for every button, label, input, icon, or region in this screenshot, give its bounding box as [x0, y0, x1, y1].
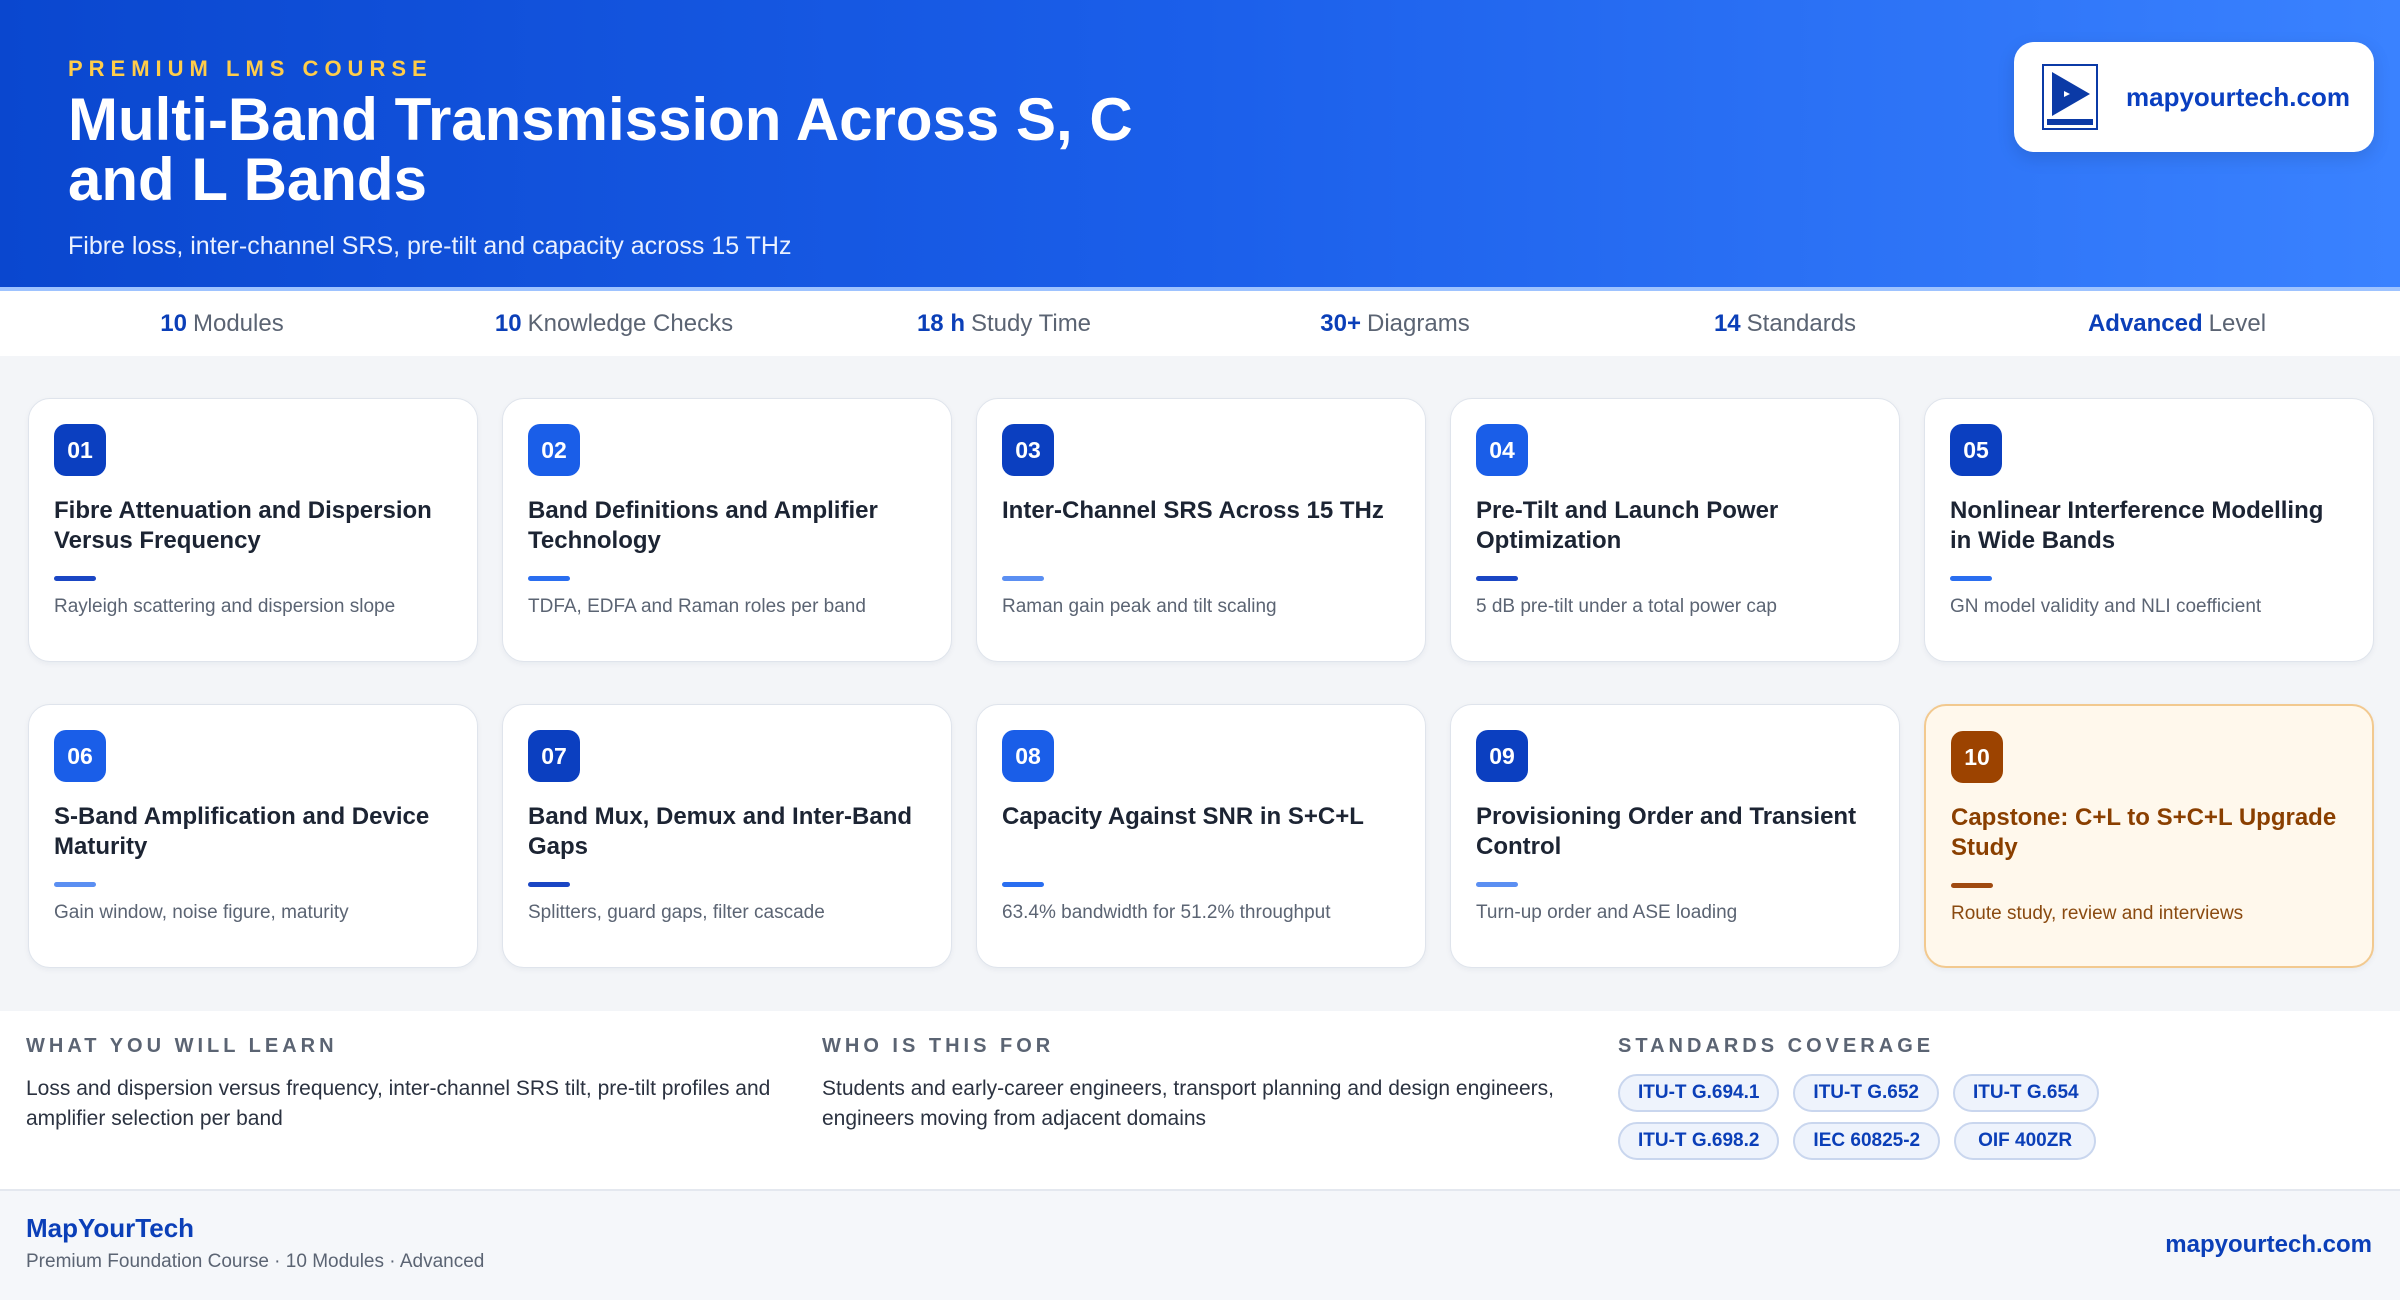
module-subtitle: 63.4% bandwidth for 51.2% throughput: [1002, 902, 1331, 923]
stat-diagrams: 30+ Diagrams: [1199, 291, 1591, 356]
learn-column: WHAT YOU WILL LEARN Loss and dispersion …: [26, 1035, 786, 1134]
module-card-02[interactable]: 02 Band Definitions and Amplifier Techno…: [502, 398, 952, 662]
module-accent-rule: [54, 882, 96, 887]
module-accent-rule: [1476, 576, 1518, 581]
standard-pill[interactable]: ITU-T G.698.2: [1618, 1122, 1780, 1160]
module-card-07[interactable]: 07 Band Mux, Demux and Inter-Band Gaps S…: [502, 704, 952, 968]
module-accent-rule: [1002, 576, 1044, 581]
course-eyebrow: PREMIUM LMS COURSE: [68, 56, 433, 81]
course-info-section: WHAT YOU WILL LEARN Loss and dispersion …: [0, 1011, 2400, 1189]
module-subtitle: Raman gain peak and tilt scaling: [1002, 596, 1277, 617]
module-card-09[interactable]: 09 Provisioning Order and Transient Cont…: [1450, 704, 1900, 968]
module-card-06[interactable]: 06 S-Band Amplification and Device Matur…: [28, 704, 478, 968]
stat-value: 10: [160, 309, 187, 337]
module-accent-rule: [1002, 882, 1044, 887]
module-subtitle: Route study, review and interviews: [1951, 903, 2244, 924]
learn-text: Loss and dispersion versus frequency, in…: [26, 1077, 771, 1130]
module-number-badge: 07: [528, 730, 580, 782]
standard-pill[interactable]: IEC 60825-2: [1793, 1122, 1941, 1160]
stat-value: 10: [494, 309, 522, 337]
stat-value: 14: [1713, 309, 1741, 337]
page-footer: MapYourTech Premium Foundation Course · …: [0, 1191, 2400, 1300]
stat-value: Advanced: [2087, 309, 2203, 337]
module-title: Nonlinear Interference Modelling in Wide…: [1950, 497, 2324, 554]
module-subtitle: Turn-up order and ASE loading: [1476, 902, 1738, 923]
stat-standards: 14 Standards: [1589, 291, 1981, 356]
module-subtitle: TDFA, EDFA and Raman roles per band: [528, 596, 866, 617]
module-accent-rule: [528, 882, 570, 887]
module-number-badge: 04: [1476, 424, 1528, 476]
module-number-badge: 05: [1950, 424, 2002, 476]
module-subtitle: 5 dB pre-tilt under a total power cap: [1476, 596, 1778, 617]
stat-label: Diagrams: [1367, 309, 1470, 337]
audience-column: WHO IS THIS FOR Students and early-caree…: [822, 1035, 1582, 1134]
module-number-badge: 02: [528, 424, 580, 476]
module-subtitle: GN model validity and NLI coefficient: [1950, 596, 2262, 617]
module-title: Fibre Attenuation and Dispersion Versus …: [54, 497, 432, 554]
module-number-badge: 03: [1002, 424, 1054, 476]
footer-url[interactable]: mapyourtech.com: [2165, 1231, 2372, 1259]
footer-brand[interactable]: MapYourTech: [26, 1213, 194, 1244]
stat-value: 18 h: [916, 309, 965, 337]
module-title: Inter-Channel SRS Across 15 THz: [1002, 497, 1384, 524]
module-card-08[interactable]: 08 Capacity Against SNR in S+C+L 63.4% b…: [976, 704, 1426, 968]
course-title: Multi-Band Transmission Across S, C and …: [68, 86, 1133, 213]
brand-card[interactable]: mapyourtech.com: [2014, 42, 2374, 152]
module-title: Band Mux, Demux and Inter-Band Gaps: [528, 803, 913, 860]
module-number-badge: 10: [1951, 731, 2003, 783]
module-subtitle: Gain window, noise figure, maturity: [54, 902, 349, 923]
module-card-05[interactable]: 05 Nonlinear Interference Modelling in W…: [1924, 398, 2374, 662]
standard-pill[interactable]: OIF 400ZR: [1954, 1122, 2097, 1160]
module-title: S-Band Amplification and Device Maturity: [54, 803, 430, 860]
course-header: PREMIUM LMS COURSE Multi-Band Transmissi…: [0, 0, 2400, 287]
module-card-01[interactable]: 01 Fibre Attenuation and Dispersion Vers…: [28, 398, 478, 662]
stat-value: 30+: [1320, 309, 1361, 337]
standards-heading: STANDARDS COVERAGE: [1618, 1035, 1935, 1057]
module-accent-rule: [528, 576, 570, 581]
module-number-badge: 06: [54, 730, 106, 782]
module-accent-rule: [1476, 882, 1518, 887]
module-card-10-capstone[interactable]: 10 Capstone: C+L to S+C+L Upgrade Study …: [1924, 704, 2374, 968]
standard-pill[interactable]: ITU-T G.654: [1953, 1074, 2099, 1112]
footer-meta: Premium Foundation Course · 10 Modules ·…: [26, 1251, 485, 1272]
stats-bar: 10 Modules 10 Knowledge Checks 18 h Stud…: [0, 291, 2400, 356]
module-number-badge: 09: [1476, 730, 1528, 782]
stat-label: Modules: [192, 309, 284, 337]
brand-url[interactable]: mapyourtech.com: [2126, 82, 2350, 113]
standard-pill[interactable]: ITU-T G.652: [1793, 1074, 1939, 1112]
module-title: Band Definitions and Amplifier Technolog…: [528, 497, 878, 554]
stat-label: Knowledge Checks: [527, 309, 734, 337]
module-number-badge: 08: [1002, 730, 1054, 782]
module-accent-rule: [1951, 883, 1993, 888]
module-card-04[interactable]: 04 Pre-Tilt and Launch Power Optimizatio…: [1450, 398, 1900, 662]
module-accent-rule: [54, 576, 96, 581]
stat-label: Standards: [1746, 309, 1857, 337]
module-accent-rule: [1950, 576, 1992, 581]
module-title: Provisioning Order and Transient Control: [1476, 803, 1857, 860]
module-title: Pre-Tilt and Launch Power Optimization: [1476, 497, 1779, 554]
learn-heading: WHAT YOU WILL LEARN: [26, 1035, 338, 1057]
stat-label: Level: [2208, 309, 2267, 337]
stat-study-time: 18 h Study Time: [808, 291, 1200, 356]
stat-knowledge-checks: 10 Knowledge Checks: [418, 291, 810, 356]
module-title: Capstone: C+L to S+C+L Upgrade Study: [1951, 804, 2337, 861]
standard-pill[interactable]: ITU-T G.694.1: [1618, 1074, 1780, 1112]
module-subtitle: Rayleigh scattering and dispersion slope: [54, 596, 396, 617]
module-number-badge: 01: [54, 424, 106, 476]
standards-column: STANDARDS COVERAGE ITU-T G.694.1 ITU-T G…: [1618, 1035, 2138, 1170]
stat-modules: 10 Modules: [26, 291, 418, 356]
module-subtitle: Splitters, guard gaps, filter cascade: [528, 902, 825, 923]
play-logo-icon: [2042, 64, 2098, 130]
audience-heading: WHO IS THIS FOR: [822, 1035, 1055, 1057]
module-title: Capacity Against SNR in S+C+L: [1002, 803, 1364, 830]
audience-text: Students and early-career engineers, tra…: [822, 1077, 1554, 1130]
module-card-03[interactable]: 03 Inter-Channel SRS Across 15 THz Raman…: [976, 398, 1426, 662]
course-subtitle: Fibre loss, inter-channel SRS, pre-tilt …: [68, 232, 792, 260]
standards-list: ITU-T G.694.1 ITU-T G.652 ITU-T G.654 IT…: [1618, 1074, 2118, 1170]
stat-label: Study Time: [970, 309, 1092, 337]
stat-level: Advanced Level: [1981, 291, 2373, 356]
